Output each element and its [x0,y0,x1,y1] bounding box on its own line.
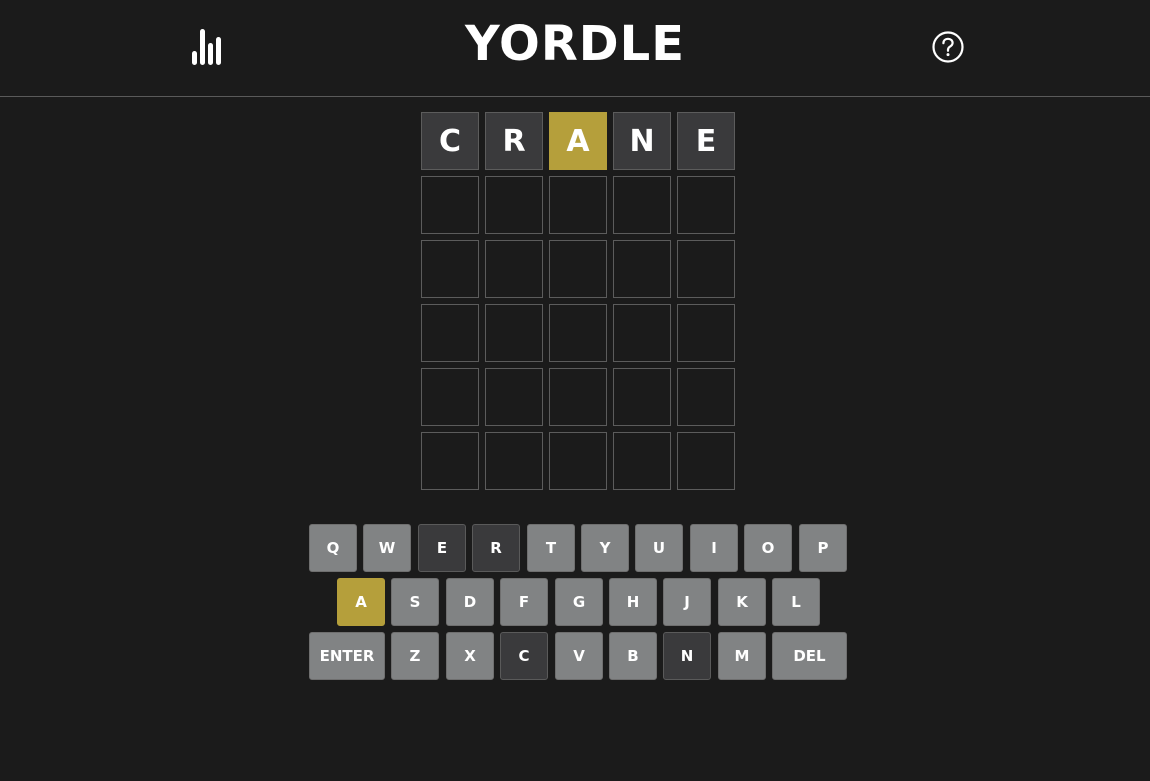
header: YORDLE [0,0,1150,97]
board-row [421,304,735,362]
key-c[interactable]: C [500,632,548,680]
empty-tile [485,368,543,426]
letter-tile: R [485,112,543,170]
empty-tile [485,176,543,234]
keyboard-row-1: QWERTYUIOP [0,524,1150,572]
empty-tile [549,240,607,298]
key-u[interactable]: U [635,524,683,572]
empty-tile [613,432,671,490]
board-row [421,176,735,234]
key-k[interactable]: K [718,578,766,626]
empty-tile [421,432,479,490]
key-r[interactable]: R [472,524,520,572]
key-g[interactable]: G [555,578,603,626]
key-a[interactable]: A [337,578,385,626]
game-title: YORDLE [464,16,686,72]
empty-tile [549,432,607,490]
empty-tile [677,176,735,234]
key-s[interactable]: S [391,578,439,626]
key-v[interactable]: V [555,632,603,680]
empty-tile [549,304,607,362]
key-t[interactable]: T [527,524,575,572]
empty-tile [485,432,543,490]
game-board: CRANE [421,112,735,496]
key-j[interactable]: J [663,578,711,626]
key-o[interactable]: O [744,524,792,572]
empty-tile [549,368,607,426]
key-z[interactable]: Z [391,632,439,680]
on-screen-keyboard: QWERTYUIOP ASDFGHJKL ENTER Z X C V B N M DEL [0,524,1150,686]
board-row [421,368,735,426]
key-f[interactable]: F [500,578,548,626]
key-h[interactable]: H [609,578,657,626]
enter-key[interactable]: ENTER [309,632,385,680]
empty-tile [421,304,479,362]
key-i[interactable]: I [690,524,738,572]
empty-tile [613,368,671,426]
key-l[interactable]: L [772,578,820,626]
letter-tile: A [549,112,607,170]
letter-tile: C [421,112,479,170]
letter-tile: E [677,112,735,170]
empty-tile [613,240,671,298]
empty-tile [485,240,543,298]
key-y[interactable]: Y [581,524,629,572]
keyboard-row-2: ASDFGHJKL [0,578,1150,626]
question-circle-icon [932,31,964,63]
key-m[interactable]: M [718,632,766,680]
empty-tile [421,240,479,298]
empty-tile [421,176,479,234]
empty-tile [677,432,735,490]
empty-tile [613,304,671,362]
board-row [421,240,735,298]
key-d[interactable]: D [446,578,494,626]
empty-tile [549,176,607,234]
key-p[interactable]: P [799,524,847,572]
keyboard-row-3: ENTER Z X C V B N M DEL [0,632,1150,680]
key-b[interactable]: B [609,632,657,680]
empty-tile [677,368,735,426]
key-n[interactable]: N [663,632,711,680]
empty-tile [613,176,671,234]
key-x[interactable]: X [446,632,494,680]
delete-key[interactable]: DEL [772,632,847,680]
key-e[interactable]: E [418,524,466,572]
empty-tile [485,304,543,362]
empty-tile [677,304,735,362]
board-row: CRANE [421,112,735,170]
empty-tile [421,368,479,426]
key-q[interactable]: Q [309,524,357,572]
empty-tile [677,240,735,298]
help-button[interactable] [930,29,966,65]
key-w[interactable]: W [363,524,411,572]
board-row [421,432,735,490]
letter-tile: N [613,112,671,170]
